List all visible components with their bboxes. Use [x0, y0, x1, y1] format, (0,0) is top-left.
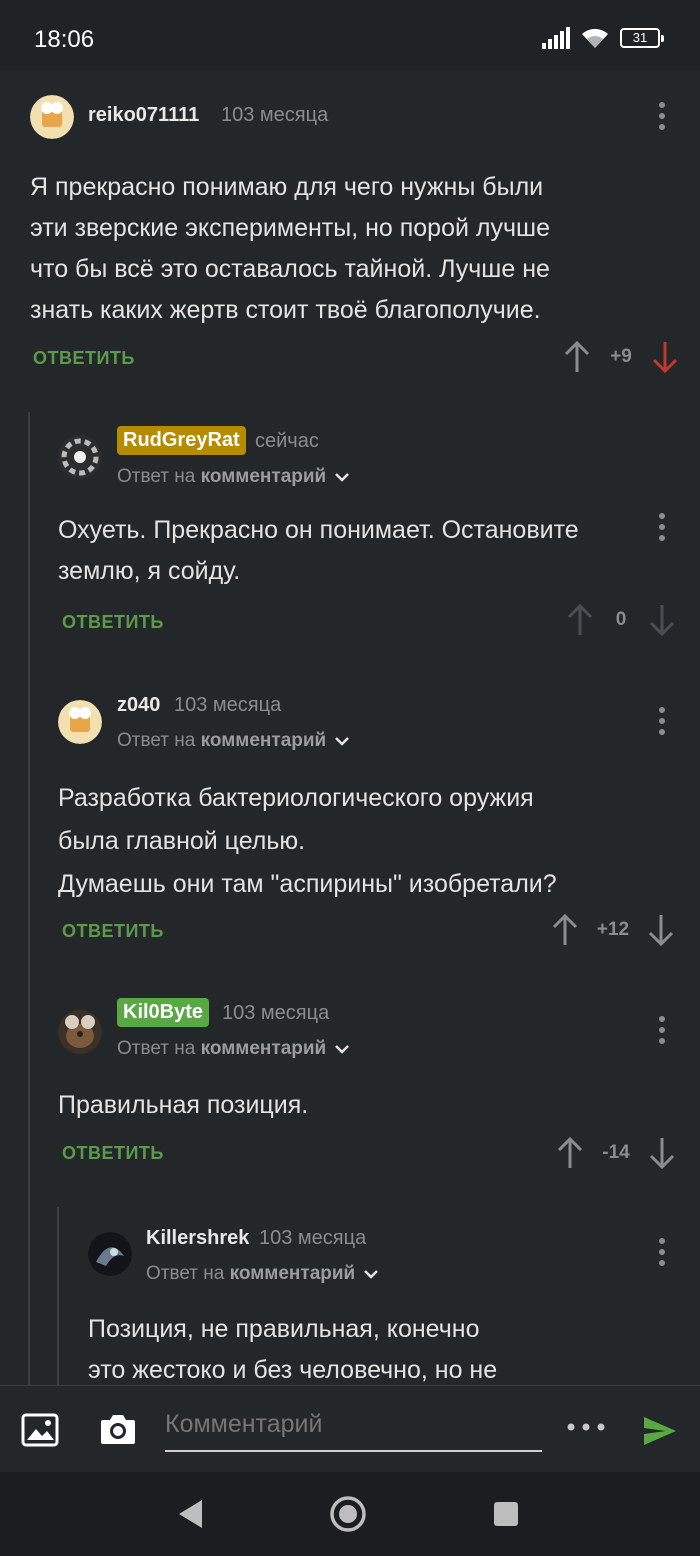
system-nav-bar — [0, 1472, 700, 1556]
more-options-icon[interactable] — [658, 513, 666, 541]
comment-line: Думаешь они там "аспирины" изобретали? — [58, 870, 557, 898]
comment-score: +12 — [596, 919, 630, 940]
comment-time: 103 месяца — [174, 694, 282, 716]
vote-controls: 0 — [565, 603, 677, 637]
status-time: 18:06 — [34, 26, 95, 53]
comment-line: Охуеть. Прекрасно он понимает. Остановит… — [58, 516, 579, 544]
comment: RudGreyRat сейчас Ответ на комментарий О… — [0, 415, 700, 665]
wifi-icon — [582, 28, 608, 48]
reply-button[interactable]: ОТВЕТИТЬ — [62, 921, 164, 942]
reply-to[interactable]: Ответ на комментарий — [117, 466, 350, 488]
comment-text: Охуеть. Прекрасно он понимает. Остановит… — [58, 510, 579, 592]
comment-line: знать каких жертв стоит твоё благополучи… — [30, 296, 541, 324]
avatar[interactable] — [58, 435, 102, 479]
comments-feed[interactable]: reiko071111 103 месяца Я прекрасно поним… — [0, 70, 700, 1385]
vote-controls: +9 — [562, 340, 680, 374]
comment-line: землю, я сойду. — [58, 557, 241, 585]
upvote-arrow-icon[interactable] — [562, 340, 592, 374]
status-icons: 31 — [542, 26, 664, 50]
reply-to-target: комментарий — [200, 1038, 327, 1059]
reply-to-target: комментарий — [200, 730, 327, 751]
comment-time: 103 месяца — [259, 1227, 367, 1249]
avatar[interactable] — [30, 95, 74, 139]
upvote-arrow-icon[interactable] — [565, 603, 595, 637]
chevron-down-icon[interactable] — [334, 1043, 350, 1055]
username[interactable]: reiko071111 — [88, 104, 199, 127]
gallery-icon[interactable] — [21, 1413, 59, 1447]
reply-to-target: комментарий — [200, 466, 327, 487]
reply-to-prefix: Ответ на — [117, 466, 196, 487]
comment-time: 103 месяца — [222, 1002, 330, 1024]
reply-to-prefix: Ответ на — [146, 1263, 225, 1284]
recents-icon[interactable] — [492, 1500, 520, 1528]
comment-score: -14 — [602, 1142, 630, 1163]
username[interactable]: RudGreyRat — [117, 426, 246, 455]
more-options-icon[interactable] — [658, 707, 666, 735]
reply-to[interactable]: Ответ на комментарий — [117, 1038, 350, 1060]
chevron-down-icon[interactable] — [363, 1268, 379, 1280]
comment: Kil0Byte 103 месяца Ответ на комментарий… — [0, 995, 700, 1195]
more-options-icon[interactable] — [658, 102, 666, 130]
downvote-arrow-icon[interactable] — [647, 1136, 677, 1170]
signal-icon — [542, 27, 570, 49]
chevron-down-icon[interactable] — [334, 735, 350, 747]
camera-icon[interactable] — [99, 1412, 137, 1446]
send-icon[interactable] — [642, 1415, 678, 1447]
comment-line: Я прекрасно понимаю для чего нужны были — [30, 173, 544, 201]
reply-to[interactable]: Ответ на комментарий — [146, 1263, 379, 1285]
battery-level: 31 — [632, 30, 648, 45]
username[interactable]: Kil0Byte — [117, 998, 210, 1027]
vote-controls: +12 — [550, 913, 676, 947]
comment-line: была главной целью. — [58, 827, 306, 855]
reply-to-target: комментарий — [229, 1263, 356, 1284]
battery-icon: 31 — [620, 28, 664, 48]
comment-line: Правильная позиция. — [58, 1091, 309, 1119]
comment-line: эти зверские эксперименты, но порой лучш… — [30, 214, 550, 242]
upvote-arrow-icon[interactable] — [550, 913, 580, 947]
comment: Killershrek 103 месяца Ответ на коммента… — [0, 1220, 700, 1385]
comment-line: Разработка бактериологического оружия — [58, 784, 534, 812]
reply-to[interactable]: Ответ на комментарий — [117, 730, 350, 752]
downvote-arrow-icon[interactable] — [647, 603, 677, 637]
reply-button[interactable]: ОТВЕТИТЬ — [62, 612, 164, 633]
home-icon[interactable] — [329, 1495, 367, 1533]
back-icon[interactable] — [176, 1498, 204, 1530]
reply-button[interactable]: ОТВЕТИТЬ — [33, 348, 135, 369]
downvote-arrow-icon[interactable] — [650, 340, 680, 374]
comment-text: Разработка бактериологического оружия бы… — [58, 777, 557, 906]
comment-line: что бы всё это оставалось тайной. Лучше … — [30, 255, 550, 283]
avatar[interactable] — [58, 1010, 102, 1054]
comment-text: Правильная позиция. — [58, 1085, 308, 1126]
more-horizontal-icon[interactable] — [566, 1422, 606, 1432]
comment-input[interactable] — [165, 1411, 542, 1437]
comment-line: это жестоко и без человечно, но не — [88, 1356, 498, 1384]
comment-compose-bar — [0, 1385, 700, 1472]
avatar[interactable] — [58, 700, 102, 744]
comment-text: Я прекрасно понимаю для чего нужны были … — [30, 167, 550, 331]
status-bar: 18:06 31 — [0, 0, 700, 70]
comment-time: 103 месяца — [221, 104, 329, 126]
comment-score: +9 — [610, 346, 632, 367]
reply-to-prefix: Ответ на — [117, 1038, 196, 1059]
downvote-arrow-icon[interactable] — [646, 913, 676, 947]
username[interactable]: z040 — [117, 694, 160, 717]
vote-controls: -14 — [555, 1136, 677, 1170]
chevron-down-icon[interactable] — [334, 471, 350, 483]
comment-text: Позиция, не правильная, конечно это жест… — [88, 1309, 497, 1385]
reply-to-prefix: Ответ на — [117, 730, 196, 751]
username[interactable]: Killershrek — [146, 1227, 249, 1250]
comment-score: 0 — [615, 609, 627, 630]
reply-button[interactable]: ОТВЕТИТЬ — [62, 1143, 164, 1164]
avatar[interactable] — [88, 1232, 132, 1276]
comment-line: Позиция, не правильная, конечно — [88, 1315, 480, 1343]
more-options-icon[interactable] — [658, 1016, 666, 1044]
more-options-icon[interactable] — [658, 1238, 666, 1266]
input-underline — [165, 1450, 542, 1452]
comment: z040 103 месяца Ответ на комментарий Раз… — [0, 685, 700, 965]
comment-time: сейчас — [255, 430, 319, 452]
upvote-arrow-icon[interactable] — [555, 1136, 585, 1170]
comment: reiko071111 103 месяца Я прекрасно поним… — [0, 70, 700, 400]
